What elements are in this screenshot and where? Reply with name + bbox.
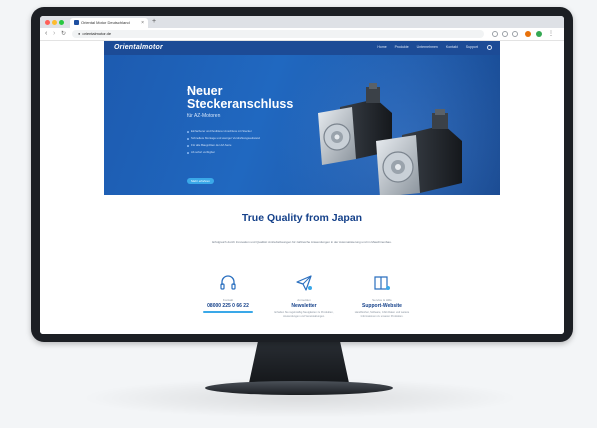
tab-title: Oriental Motor Deutschland [81, 20, 130, 25]
window-maximize-button[interactable] [59, 20, 64, 25]
feature-text: Erhalten Sie regelmäßig Neuigkeiten zu P… [274, 311, 334, 318]
nav-item-produkte[interactable]: Produkte [395, 45, 409, 49]
window-close-button[interactable] [45, 20, 50, 25]
book-icon [374, 276, 390, 290]
headset-icon [220, 275, 236, 290]
monitor-stand-base [205, 381, 393, 395]
nav-item-home[interactable]: Home [377, 45, 386, 49]
window-minimize-button[interactable] [52, 20, 57, 25]
stepper-motors-image [318, 83, 462, 195]
web-page: Orientalmotor Home Produkte Unternehmen … [40, 41, 564, 334]
back-button[interactable]: ‹ [45, 29, 47, 39]
forward-button[interactable]: › [53, 29, 55, 39]
tab-close-icon[interactable]: × [141, 18, 144, 28]
extensions-icon[interactable] [492, 31, 498, 37]
browser-menu-icon[interactable]: ⋮ [548, 29, 554, 39]
favicon-icon [74, 20, 79, 25]
monitor-frame: Oriental Motor Deutschland × + ‹ › ↻ ● or… [31, 7, 573, 342]
hero-banner: Neuer Steckeranschluss für AZ-Motoren Ei… [104, 55, 500, 195]
bookmark-icon[interactable] [502, 31, 508, 37]
browser-tab-bar: Oriental Motor Deutschland × + [40, 16, 564, 28]
extension-green-icon[interactable] [536, 31, 542, 37]
browser-toolbar: ‹ › ↻ ● orientalmotor.de ⋮ [40, 28, 564, 41]
paper-plane-icon [296, 275, 312, 291]
feature-title[interactable]: Newsletter [259, 303, 349, 309]
browser-tab[interactable]: Oriental Motor Deutschland × [70, 18, 148, 28]
site-header: Orientalmotor Home Produkte Unternehmen … [104, 41, 500, 55]
feature-caption: Service & Hilfe [372, 298, 392, 302]
reload-button[interactable]: ↻ [61, 29, 66, 39]
site-logo[interactable]: Orientalmotor [114, 44, 163, 51]
feature-caption: Anmelden [297, 298, 311, 302]
feature-title[interactable]: Support-Website [337, 303, 427, 309]
nav-item-unternehmen[interactable]: Unternehmen [417, 45, 438, 49]
feature-text: Handbücher, Software, CAD-Daten und weit… [354, 311, 410, 318]
address-bar-url: orientalmotor.de [82, 31, 112, 36]
section-title: True Quality from Japan [241, 212, 363, 224]
language-globe-icon[interactable] [487, 45, 492, 50]
nav-item-support[interactable]: Support [466, 45, 478, 49]
main-navigation: Home Produkte Unternehmen Kontakt Suppor… [370, 45, 478, 49]
downloads-icon[interactable] [512, 31, 518, 37]
feature-underline [203, 311, 253, 313]
address-bar[interactable]: ● orientalmotor.de [72, 30, 484, 38]
new-tab-button[interactable]: + [152, 17, 156, 27]
profile-avatar-icon[interactable] [525, 31, 531, 37]
monitor-screen: Oriental Motor Deutschland × + ‹ › ↻ ● or… [40, 16, 564, 334]
nav-item-kontakt[interactable]: Kontakt [446, 45, 458, 49]
section-description: Erfolgreich durch Innovation und Qualitä… [212, 240, 392, 244]
lock-icon: ● [78, 31, 81, 36]
